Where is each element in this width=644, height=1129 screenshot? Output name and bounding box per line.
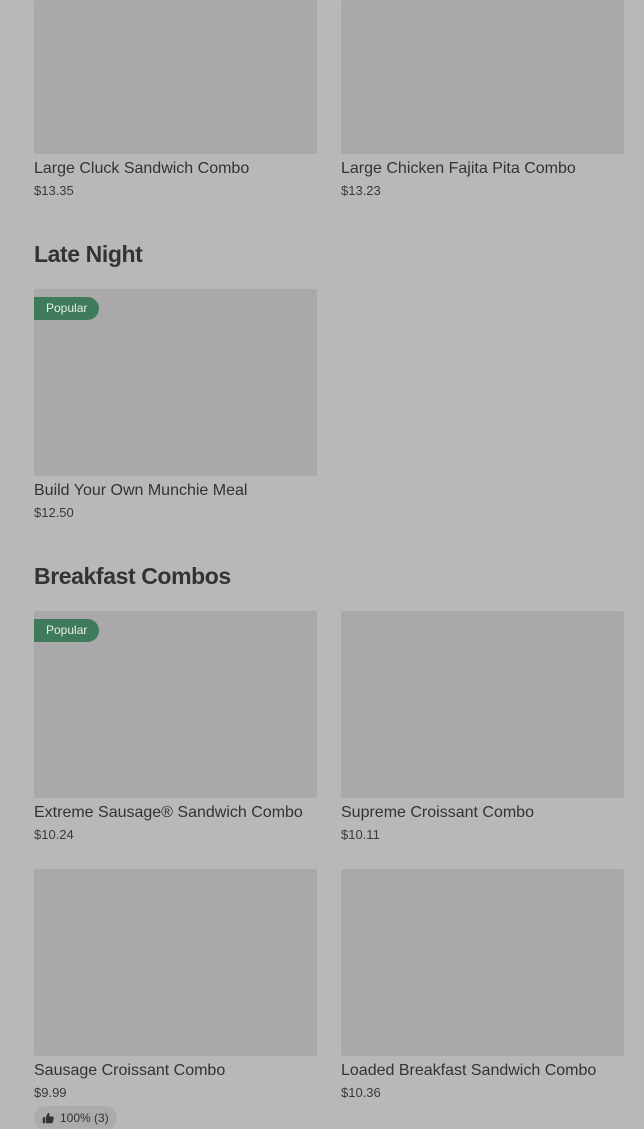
thumbs-up-icon	[42, 1112, 54, 1124]
item-image[interactable]	[34, 869, 317, 1056]
menu-item-card[interactable]: Large Cluck Sandwich Combo $13.35	[34, 0, 317, 198]
popular-badge: Popular	[34, 619, 100, 642]
item-price: $13.23	[341, 183, 381, 198]
rating-text: 100% (3)	[60, 1111, 109, 1125]
item-name: Loaded Breakfast Sandwich Combo	[341, 1062, 597, 1079]
item-image[interactable]	[34, 0, 317, 154]
item-name: Build Your Own Munchie Meal	[34, 482, 248, 499]
menu-item-card[interactable]: Popular Extreme Sausage® Sandwich Combo …	[34, 611, 317, 842]
item-image[interactable]	[341, 611, 624, 798]
menu-item-card[interactable]: Large Chicken Fajita Pita Combo $13.23	[341, 0, 624, 198]
section-title-late-night: Late Night	[34, 241, 143, 267]
item-image[interactable]	[341, 0, 624, 154]
menu-page: Large Cluck Sandwich Combo $13.35 Large …	[0, 0, 644, 1129]
item-name: Sausage Croissant Combo	[34, 1062, 226, 1079]
menu-item-card[interactable]: Popular Build Your Own Munchie Meal $12.…	[34, 289, 317, 520]
item-price: $10.11	[341, 827, 380, 842]
item-image[interactable]: Popular	[34, 611, 317, 798]
item-price: $10.36	[341, 1085, 381, 1100]
item-price: $9.99	[34, 1085, 67, 1100]
page-gutter	[624, 0, 644, 1129]
section-title-breakfast-combos: Breakfast Combos	[34, 563, 231, 589]
item-name: Large Cluck Sandwich Combo	[34, 160, 250, 177]
rating-badge: 100% (3)	[34, 1106, 117, 1129]
item-image[interactable]	[341, 869, 624, 1056]
item-price: $12.50	[34, 505, 74, 520]
menu-item-card[interactable]: Supreme Croissant Combo $10.11	[341, 611, 624, 842]
popular-badge: Popular	[34, 297, 100, 320]
item-image[interactable]: Popular	[34, 289, 317, 476]
item-name: Supreme Croissant Combo	[341, 804, 534, 821]
item-name: Extreme Sausage® Sandwich Combo	[34, 804, 303, 821]
item-name: Large Chicken Fajita Pita Combo	[341, 160, 576, 177]
item-price: $13.35	[34, 183, 74, 198]
menu-item-card[interactable]: Sausage Croissant Combo $9.99	[34, 869, 317, 1100]
menu-item-card[interactable]: Loaded Breakfast Sandwich Combo $10.36	[341, 869, 624, 1100]
item-price: $10.24	[34, 827, 74, 842]
